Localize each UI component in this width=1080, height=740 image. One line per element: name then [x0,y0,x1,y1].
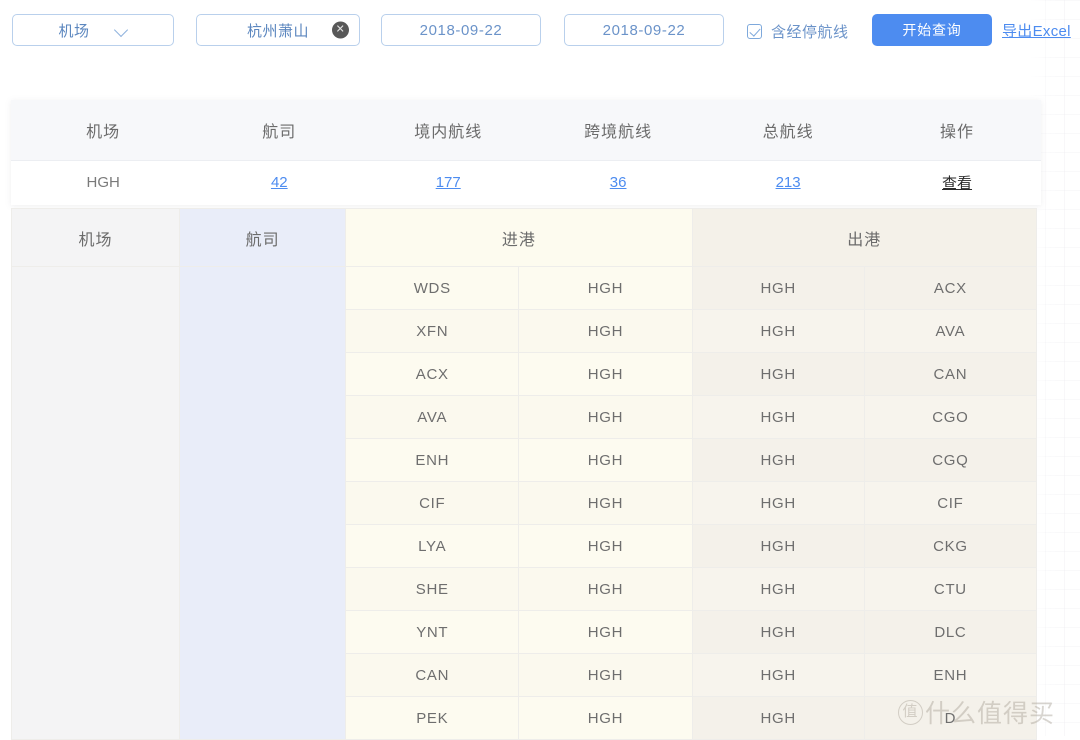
detail-cell-departure-origin: HGH [691,309,865,353]
cross-border-routes-link[interactable]: 36 [610,174,627,191]
carriers-link[interactable]: 42 [271,174,288,191]
detail-cell-departure-destination: CAN [863,352,1038,396]
detail-cell-arrival-origin: AVA [345,395,520,439]
detail-header-arrival: 进港 [345,208,693,267]
summary-header-total: 总航线 [703,100,874,161]
summary-cell-carrier: 42 [195,160,364,205]
detail-cell-arrival-destination: HGH [518,567,693,611]
checkbox-check-icon [747,24,762,39]
detail-cell-departure-destination: ENH [863,653,1038,697]
detail-cell-departure-origin: HGH [691,266,865,310]
summary-header-crossborder: 跨境航线 [533,100,704,161]
detail-cell-arrival-origin: SHE [345,567,520,611]
airport-type-select[interactable]: 机场 [12,14,174,46]
airport-value-text: 杭州萧山 [246,22,309,40]
include-stopover-label: 含经停航线 [771,24,849,41]
summary-header-carrier: 航司 [195,100,364,161]
summary-row: HGH 42 177 36 213 查看 [11,160,1041,205]
detail-header-airport: 机场 [10,208,181,267]
domestic-routes-link[interactable]: 177 [436,174,461,191]
summary-cell-domestic: 177 [363,160,534,205]
airport-type-select-label: 机场 [58,22,90,40]
detail-cell-departure-destination: DLC [863,610,1038,654]
start-date-input[interactable]: 2018-09-22 [381,14,541,46]
filter-toolbar: 机场 杭州萧山 ✕ 2018-09-22 2018-09-22 含经停航线 开始… [0,0,1080,60]
detail-cell-departure-origin: HGH [691,653,865,697]
detail-cell-arrival-origin: YNT [345,610,520,654]
detail-cell-arrival-origin: WDS [345,266,520,310]
export-excel-link[interactable]: 导出Excel [1002,20,1071,41]
start-query-button[interactable]: 开始查询 [872,14,992,46]
detail-cell-arrival-destination: HGH [518,438,693,482]
detail-cell-arrival-origin: LYA [345,524,520,568]
detail-cell-arrival-destination: HGH [518,524,693,568]
detail-cell-arrival-destination: HGH [518,309,693,353]
summary-header-domestic: 境内航线 [363,100,534,161]
table-row: WDS HGH HGH ACX [10,266,1038,740]
summary-cell-action: 查看 [873,160,1041,205]
detail-cell-carrier [179,266,347,740]
summary-cell-total: 213 [703,160,874,205]
airport-value-field[interactable]: 杭州萧山 ✕ [196,14,360,46]
detail-cell-departure-origin: HGH [691,438,865,482]
summary-table: 机场 航司 境内航线 跨境航线 总航线 操作 HGH 42 177 36 213… [11,100,1041,205]
end-date-value: 2018-09-22 [602,21,686,39]
detail-cell-departure-destination: D [863,696,1038,740]
detail-cell-departure-destination: CGO [863,395,1038,439]
detail-cell-arrival-destination: HGH [518,481,693,525]
detail-cell-arrival-destination: HGH [518,395,693,439]
total-routes-link[interactable]: 213 [776,174,801,191]
detail-cell-departure-origin: HGH [691,610,865,654]
summary-cell-airport: HGH [11,160,196,205]
detail-cell-arrival-destination: HGH [518,266,693,310]
detail-cell-departure-destination: AVA [863,309,1038,353]
route-detail-table: 机场 航司 进港 出港 WDS HGH HGH ACX XFN HGH HGH AVA ACX H… [10,208,1038,740]
detail-cell-arrival-destination: HGH [518,610,693,654]
detail-cell-arrival-origin: ENH [345,438,520,482]
detail-cell-arrival-destination: HGH [518,653,693,697]
detail-table-body: WDS HGH HGH ACX XFN HGH HGH AVA ACX HGH HGH CAN AVA H… [10,266,1038,740]
detail-header-departure: 出港 [691,208,1038,267]
detail-header-carrier: 航司 [179,208,347,267]
detail-cell-departure-destination: CGQ [863,438,1038,482]
summary-header-action: 操作 [873,100,1041,161]
detail-cell-departure-origin: HGH [691,481,865,525]
detail-cell-departure-origin: HGH [691,567,865,611]
close-circle-icon[interactable]: ✕ [332,21,349,39]
detail-cell-departure-origin: HGH [691,696,865,740]
start-date-value: 2018-09-22 [419,21,503,39]
detail-cell-departure-origin: HGH [691,524,865,568]
detail-cell-departure-origin: HGH [691,352,865,396]
detail-cell-arrival-origin: CIF [345,481,520,525]
detail-cell-departure-destination: CIF [863,481,1038,525]
detail-cell-arrival-destination: HGH [518,696,693,740]
detail-cell-airport [10,266,181,740]
detail-cell-arrival-origin: ACX [345,352,520,396]
detail-cell-departure-origin: HGH [691,395,865,439]
end-date-input[interactable]: 2018-09-22 [564,14,724,46]
detail-cell-arrival-origin: PEK [345,696,520,740]
detail-cell-arrival-origin: XFN [345,309,520,353]
detail-cell-departure-destination: CKG [863,524,1038,568]
summary-cell-crossborder: 36 [533,160,704,205]
detail-cell-arrival-destination: HGH [518,352,693,396]
summary-header-airport: 机场 [11,100,196,161]
include-stopover-checkbox[interactable]: 含经停航线 [747,21,849,42]
detail-cell-departure-destination: ACX [863,266,1038,310]
chevron-down-icon [116,24,128,36]
detail-cell-arrival-origin: CAN [345,653,520,697]
summary-header-row: 机场 航司 境内航线 跨境航线 总航线 操作 [11,100,1041,161]
detail-header-row: 机场 航司 进港 出港 [10,208,1038,267]
summary-card: 机场 航司 境内航线 跨境航线 总航线 操作 HGH 42 177 36 213… [11,100,1041,205]
view-detail-link[interactable]: 查看 [942,175,972,192]
detail-cell-departure-destination: CTU [863,567,1038,611]
